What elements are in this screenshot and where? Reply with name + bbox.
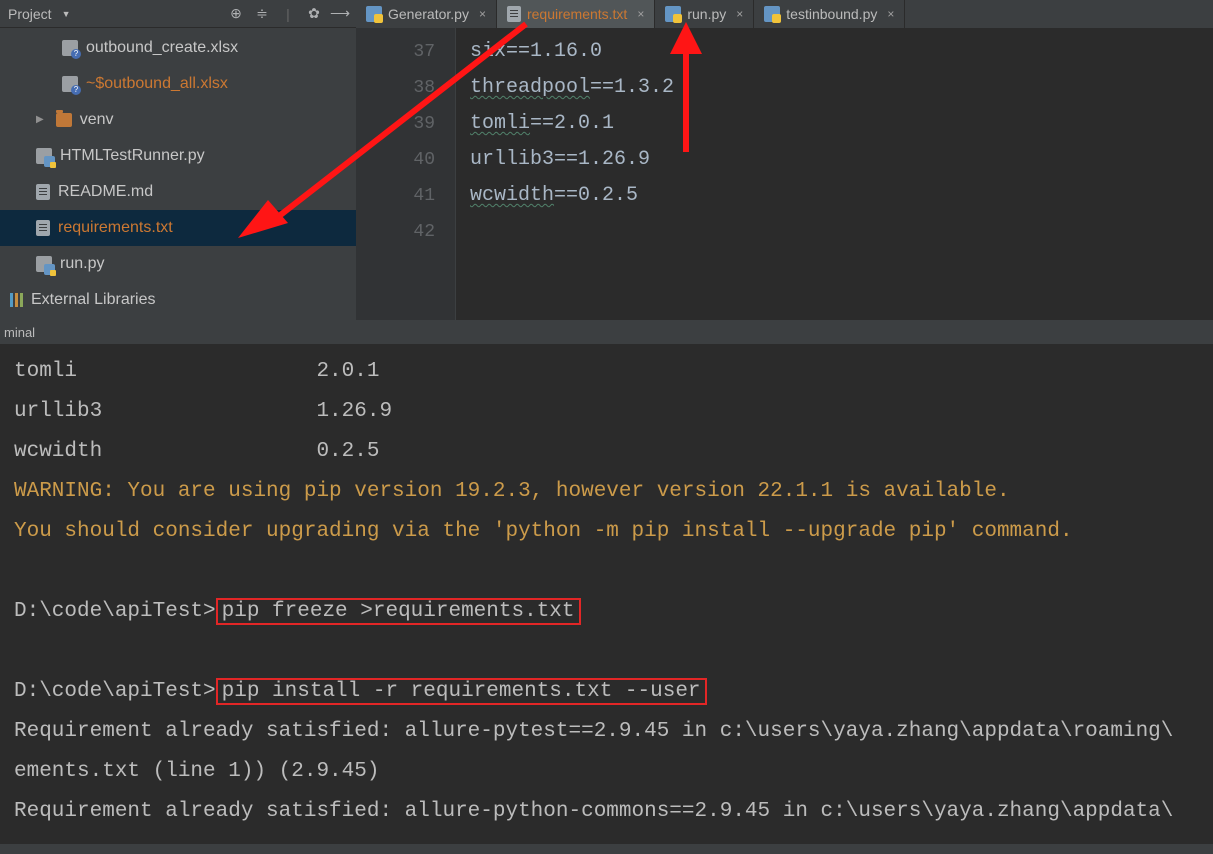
close-icon[interactable]: × [479,7,486,21]
tree-item-requirements-txt[interactable]: requirements.txt [0,210,356,246]
term-cmd-2: D:\code\apiTest>pip install -r requireme… [14,672,1199,712]
term-warning: WARNING: You are using pip version 19.2.… [14,472,1199,512]
close-icon[interactable]: × [887,7,894,21]
tab-generator-py[interactable]: Generator.py × [356,0,497,28]
close-icon[interactable]: × [736,7,743,21]
divider: | [280,6,296,22]
python-file-icon [36,256,52,272]
tree-item-outbound-create-xlsx[interactable]: outbound_create.xlsx [0,30,356,66]
tab-requirements-txt[interactable]: requirements.txt × [497,0,655,28]
terminal-tab-label[interactable]: minal [0,320,1213,344]
highlight-box-2: pip install -r requirements.txt --user [216,678,707,705]
code-line-40[interactable]: urllib3==1.26.9 [470,142,1213,178]
tree-item-label: External Libraries [31,288,156,312]
tab-label: Generator.py [388,6,469,22]
external-libraries[interactable]: External Libraries [0,282,356,318]
code-line-38[interactable]: threadpool==1.3.2 [470,70,1213,106]
code-line-37[interactable]: six==1.16.0 [470,34,1213,70]
terminal-output[interactable]: tomli 2.0.1 urllib3 1.26.9 wcwidth 0.2.5… [0,344,1213,824]
tab-label: requirements.txt [527,6,627,22]
tree-item-label: ~$outbound_all.xlsx [86,72,228,96]
text-file-icon [36,220,50,236]
term-blank [14,552,1199,592]
term-out: ements.txt (line 1)) (2.9.45) [14,752,1199,792]
text-file-icon [36,184,50,200]
tree-item-label: requirements.txt [58,216,173,240]
line-gutter: 373839404142 [356,28,456,320]
tree-item-run-py[interactable]: run.py [0,246,356,282]
excel-file-icon [62,76,78,92]
python-file-icon [665,6,681,22]
hide-icon[interactable]: ⟶ [332,6,348,22]
term-line: wcwidth 0.2.5 [14,432,1199,472]
project-tree[interactable]: outbound_create.xlsx ~$outbound_all.xlsx ▶… [0,28,356,320]
term-out: Requirement already satisfied: allure-py… [14,792,1199,824]
chevron-down-icon[interactable]: ▼ [62,9,71,19]
tree-item-label: run.py [60,252,104,276]
tab-label: testinbound.py [786,6,877,22]
tree-item-label: venv [80,108,114,132]
project-sidebar: Project ▼ ⊕ ≑ | ✿ ⟶ outbound_create.xlsx… [0,0,356,320]
tree-item-htmltestrunner-py[interactable]: HTMLTestRunner.py [0,138,356,174]
close-icon[interactable]: × [637,7,644,21]
code-content[interactable]: six==1.16.0threadpool==1.3.2tomli==2.0.1… [456,28,1213,320]
chevron-right-icon[interactable]: ▶ [36,108,44,132]
tree-item-readme-md[interactable]: README.md [0,174,356,210]
tree-item-label: outbound_create.xlsx [86,36,238,60]
tree-item-label: README.md [58,180,153,204]
tree-item---outbound-all-xlsx[interactable]: ~$outbound_all.xlsx [0,66,356,102]
status-bar [0,844,1213,854]
code-line-39[interactable]: tomli==2.0.1 [470,106,1213,142]
collapse-icon[interactable]: ≑ [254,6,270,22]
term-out: Requirement already satisfied: allure-py… [14,712,1199,752]
term-line: urllib3 1.26.9 [14,392,1199,432]
highlight-box-1: pip freeze >requirements.txt [216,598,581,625]
python-file-icon [36,148,52,164]
gear-icon[interactable]: ✿ [306,6,322,22]
python-file-icon [764,6,780,22]
term-blank [14,632,1199,672]
tree-item-venv[interactable]: ▶ venv [0,102,356,138]
term-warning: You should consider upgrading via the 'p… [14,512,1199,552]
term-cmd-1: D:\code\apiTest>pip freeze >requirements… [14,592,1199,632]
excel-file-icon [62,40,78,56]
tab-run-py[interactable]: run.py × [655,0,754,28]
editor: 373839404142 six==1.16.0threadpool==1.3.… [356,28,1213,320]
upper-pane: Project ▼ ⊕ ≑ | ✿ ⟶ outbound_create.xlsx… [0,0,1213,320]
tree-item-label: HTMLTestRunner.py [60,144,205,168]
target-icon[interactable]: ⊕ [228,6,244,22]
sidebar-header: Project ▼ ⊕ ≑ | ✿ ⟶ [0,0,356,28]
python-file-icon [366,6,382,22]
tab-label: run.py [687,6,726,22]
code-line-41[interactable]: wcwidth==0.2.5 [470,178,1213,214]
folder-icon [56,113,72,127]
term-line: tomli 2.0.1 [14,352,1199,392]
sidebar-title[interactable]: Project [8,6,58,22]
tab-testinbound-py[interactable]: testinbound.py × [754,0,905,28]
editor-area: Generator.py×requirements.txt×run.py×tes… [356,0,1213,320]
libraries-icon [10,293,23,307]
editor-tabs[interactable]: Generator.py×requirements.txt×run.py×tes… [356,0,1213,28]
text-file-icon [507,6,521,22]
terminal-panel: minal tomli 2.0.1 urllib3 1.26.9 wcwidth… [0,320,1213,824]
sidebar-tools: ⊕ ≑ | ✿ ⟶ [228,6,348,22]
